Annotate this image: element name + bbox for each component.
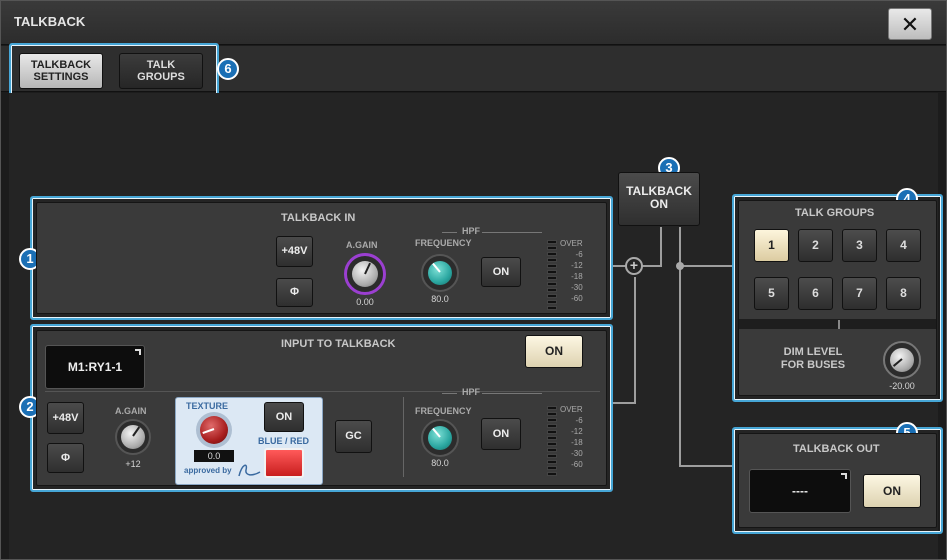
talkback-out-select[interactable]: ---- bbox=[749, 469, 851, 513]
dim-level-knob[interactable] bbox=[883, 341, 921, 379]
route-line bbox=[679, 265, 734, 267]
popup-corner-icon bbox=[841, 473, 847, 479]
blue-red-label: BLUE / RED bbox=[258, 436, 310, 446]
hpf-frequency-value: 80.0 bbox=[431, 458, 449, 468]
meter-scale-label: -18 bbox=[571, 272, 583, 281]
hpf-on-button[interactable]: ON bbox=[481, 418, 521, 450]
close-icon: ✕ bbox=[900, 12, 920, 37]
level-meter bbox=[547, 406, 557, 478]
close-button[interactable]: ✕ bbox=[888, 8, 932, 40]
dim-level-label: DIM LEVEL FOR BUSES bbox=[771, 346, 855, 372]
phase-button[interactable]: Φ bbox=[276, 278, 313, 307]
meter-scale-label: -18 bbox=[571, 438, 583, 447]
talk-group-button-4[interactable]: 4 bbox=[886, 229, 921, 262]
divider bbox=[45, 391, 600, 392]
talk-group-button-3[interactable]: 3 bbox=[842, 229, 877, 262]
callout-6: 6 bbox=[217, 58, 239, 80]
hpf-rule bbox=[482, 393, 542, 394]
route-line bbox=[679, 465, 734, 467]
talk-group-button-8[interactable]: 8 bbox=[886, 277, 921, 310]
phase-button[interactable]: Φ bbox=[47, 443, 84, 473]
approved-by-text: approved by bbox=[184, 466, 232, 475]
hpf-label: HPF bbox=[462, 387, 480, 397]
divider-tick bbox=[838, 320, 840, 329]
meter-scale-label: -12 bbox=[571, 427, 583, 436]
hpf-label: HPF bbox=[462, 226, 480, 236]
route-line bbox=[611, 402, 636, 404]
meter-scale-label: -60 bbox=[571, 460, 583, 469]
source-label: M1:RY1-1 bbox=[67, 360, 123, 374]
hpf-frequency-value: 80.0 bbox=[431, 294, 449, 304]
hpf-rule bbox=[442, 232, 457, 233]
input-to-talkback-title: INPUT TO TALKBACK bbox=[281, 338, 396, 350]
route-line bbox=[660, 227, 662, 267]
phantom-48v-button[interactable]: +48V bbox=[276, 236, 313, 267]
again-knob[interactable] bbox=[344, 253, 386, 295]
talkback-in-panel: TALKBACK IN +48V Φ A.GAIN 0.00 HPF FREQU… bbox=[36, 202, 607, 314]
texture-on-button[interactable]: ON bbox=[264, 402, 304, 432]
again-label: A.GAIN bbox=[115, 406, 147, 416]
talkback-out-panel: TALKBACK OUT ---- ON bbox=[738, 433, 937, 528]
input-to-talkback-on-button[interactable]: ON bbox=[525, 335, 583, 368]
window-title: TALKBACK bbox=[14, 14, 86, 29]
gc-button[interactable]: GC bbox=[335, 420, 372, 453]
meter-scale-label: -30 bbox=[571, 283, 583, 292]
talk-groups-panel: TALK GROUPS 1 2 3 4 5 6 7 8 DIM LEVEL FO… bbox=[738, 200, 937, 396]
talk-group-button-7[interactable]: 7 bbox=[842, 277, 877, 310]
meter-scale: OVER -6 -12 -18 -30 -60 bbox=[560, 404, 583, 470]
again-knob[interactable] bbox=[115, 419, 151, 455]
talkback-on-label: ON bbox=[650, 197, 668, 211]
meter-scale-label: -6 bbox=[575, 250, 583, 259]
talk-group-button-5[interactable]: 5 bbox=[754, 277, 789, 310]
meter-scale-label: OVER bbox=[560, 405, 583, 414]
divider bbox=[403, 397, 404, 477]
talk-group-button-2[interactable]: 2 bbox=[798, 229, 833, 262]
input-to-talkback-panel: INPUT TO TALKBACK M1:RY1-1 ON +48V Φ A.G… bbox=[36, 330, 607, 486]
route-line bbox=[634, 277, 636, 404]
hpf-frequency-knob[interactable] bbox=[421, 254, 459, 292]
hpf-on-button[interactable]: ON bbox=[481, 257, 521, 287]
hpf-rule bbox=[482, 232, 542, 233]
texture-value: 0.0 bbox=[194, 450, 234, 462]
hpf-rule bbox=[442, 393, 457, 394]
talkback-source-select[interactable]: M1:RY1-1 bbox=[45, 345, 145, 389]
again-value: +12 bbox=[125, 459, 141, 469]
talk-groups-title: TALK GROUPS bbox=[795, 207, 875, 219]
signature-icon bbox=[236, 460, 262, 480]
dim-level-value: -20.00 bbox=[889, 381, 915, 391]
blue-red-toggle-button[interactable] bbox=[264, 448, 304, 478]
meter-scale-label: -30 bbox=[571, 449, 583, 458]
texture-panel: TEXTURE 0.0 approved by ON BLUE / RED bbox=[175, 397, 323, 485]
tabs-highlight-frame bbox=[9, 43, 219, 96]
meter-scale-label: -60 bbox=[571, 294, 583, 303]
texture-knob[interactable] bbox=[196, 412, 232, 448]
frequency-label: FREQUENCY bbox=[415, 406, 472, 416]
again-label: A.GAIN bbox=[346, 240, 378, 250]
frequency-label: FREQUENCY bbox=[415, 238, 472, 248]
output-label: ---- bbox=[792, 484, 808, 498]
dim-level-text: FOR BUSES bbox=[780, 359, 846, 371]
dim-level-text: DIM LEVEL bbox=[783, 346, 843, 358]
talk-group-button-1[interactable]: 1 bbox=[754, 229, 789, 262]
talkback-out-title: TALKBACK OUT bbox=[793, 443, 880, 455]
meter-scale-label: OVER bbox=[560, 239, 583, 248]
phantom-48v-button[interactable]: +48V bbox=[47, 402, 84, 434]
talkback-out-on-button[interactable]: ON bbox=[863, 474, 921, 508]
summing-node-icon: + bbox=[625, 257, 643, 275]
hpf-frequency-knob[interactable] bbox=[421, 419, 459, 457]
talkback-in-title: TALKBACK IN bbox=[281, 212, 356, 224]
meter-scale: OVER -6 -12 -18 -30 -60 bbox=[560, 238, 583, 304]
route-line bbox=[641, 265, 661, 267]
meter-scale-label: -6 bbox=[575, 416, 583, 425]
texture-label: TEXTURE bbox=[186, 401, 229, 411]
title-bar: TALKBACK ✕ bbox=[1, 1, 946, 45]
popup-corner-icon bbox=[135, 349, 141, 355]
level-meter bbox=[547, 240, 557, 312]
talkback-window: TALKBACK ✕ TALKBACK SETTINGS TALK GROUPS… bbox=[0, 0, 947, 560]
talk-group-button-6[interactable]: 6 bbox=[798, 277, 833, 310]
meter-scale-label: -12 bbox=[571, 261, 583, 270]
junction-dot bbox=[676, 262, 684, 270]
again-value: 0.00 bbox=[356, 297, 374, 307]
talkback-on-button[interactable]: TALKBACK ON bbox=[618, 172, 700, 226]
